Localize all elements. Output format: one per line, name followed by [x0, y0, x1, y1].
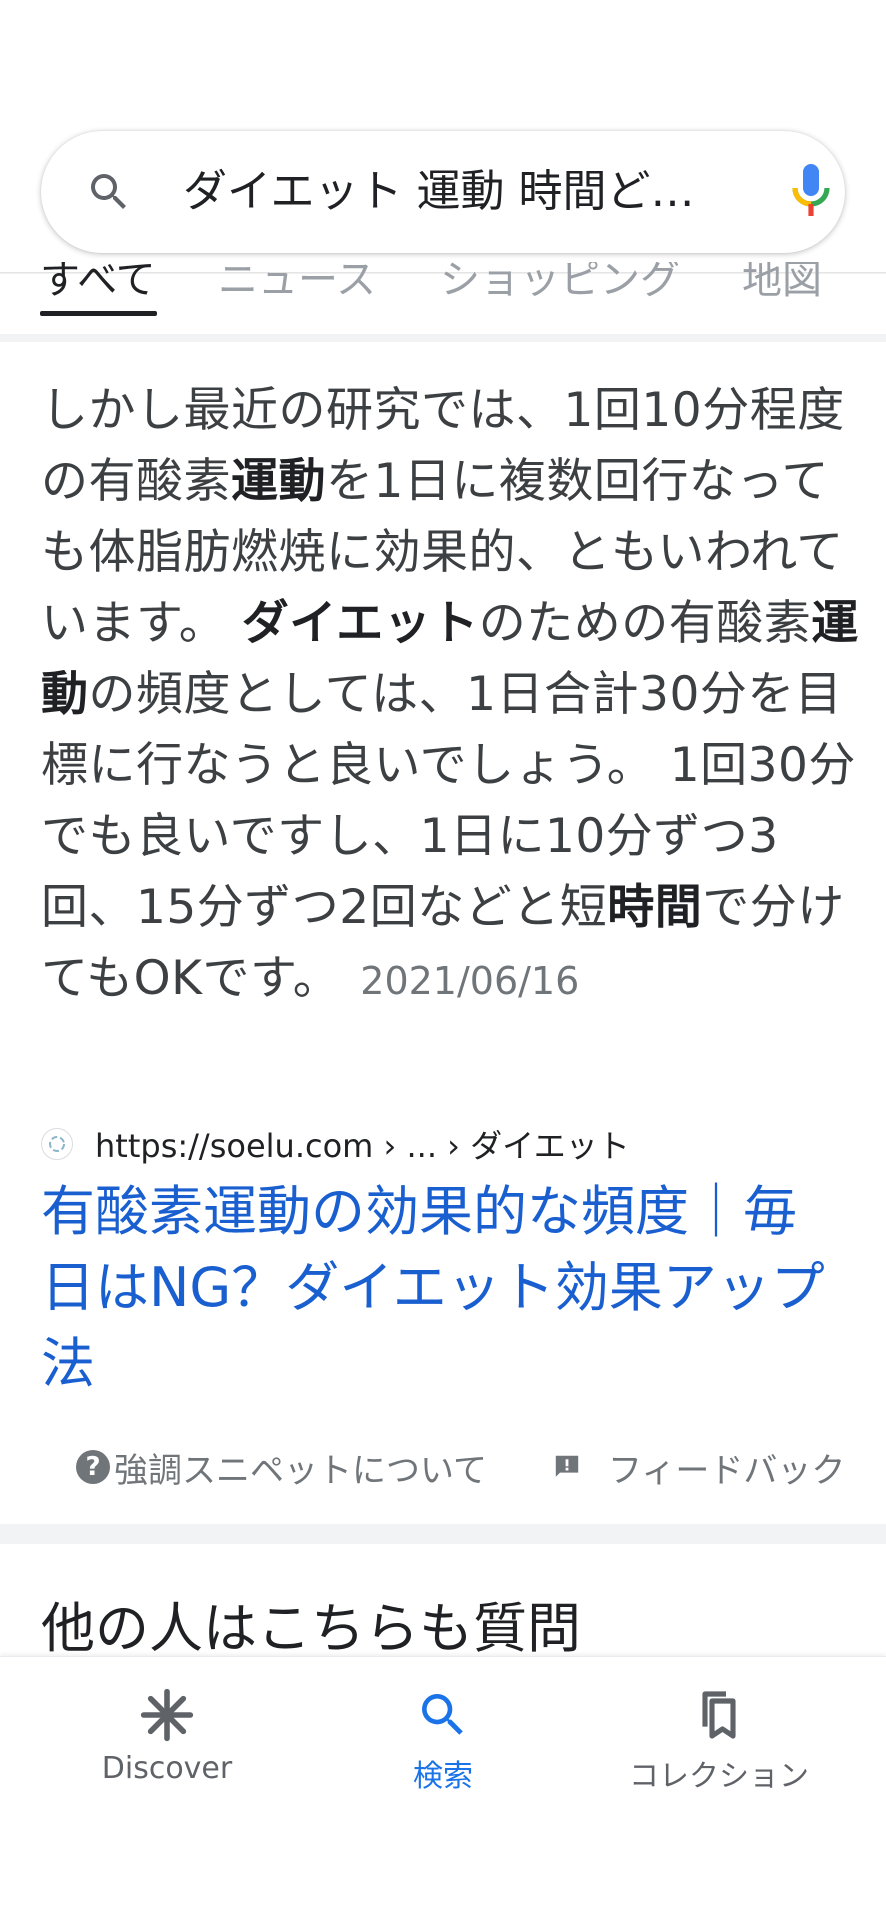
about-snippets-link[interactable]: ? 強調スニペットについて [76, 1442, 487, 1492]
result-title-link[interactable]: 有酸素運動の効果的な頻度｜毎日はNG？ダイエット効果アップ法 [41, 1174, 841, 1402]
section-divider [0, 1524, 886, 1544]
tab-shopping[interactable]: ショッピング [440, 262, 680, 302]
feedback-button[interactable]: フィードバック [552, 1442, 845, 1492]
bookmarks-icon [702, 1691, 736, 1739]
snippet-highlight: 時間 [607, 880, 703, 935]
asterisk-icon [140, 1688, 194, 1742]
search-query-input[interactable]: ダイエット 運動 時間ど… [183, 131, 739, 253]
tab-news[interactable]: ニュース [218, 262, 376, 302]
search-icon [422, 1694, 463, 1735]
people-also-ask-heading: 他の人はこちらも質問 [41, 1597, 581, 1660]
snippet-text: のための有酸素 [478, 596, 812, 651]
search-bar[interactable]: ダイエット 運動 時間ど… [41, 131, 845, 253]
nav-search-label: 検索 [413, 1759, 473, 1794]
result-source[interactable]: https://soelu.com › ... › ダイエット [41, 1120, 630, 1168]
site-favicon-icon [41, 1128, 73, 1160]
source-url[interactable]: https://soelu.com › ... › ダイエット [95, 1121, 630, 1167]
feedback-label: フィードバック [608, 1450, 846, 1491]
tab-all[interactable]: すべて [40, 262, 156, 302]
about-snippets-label: 強調スニペットについて [114, 1450, 487, 1491]
tab-maps[interactable]: 地図 [742, 262, 822, 302]
snippet-highlight: 運動 [231, 454, 326, 509]
active-tab-indicator [40, 311, 157, 316]
nav-discover-label: Discover [101, 1751, 233, 1786]
snippet-highlight: ダイエット [241, 596, 479, 651]
mic-icon[interactable] [791, 164, 831, 222]
help-icon: ? [76, 1450, 110, 1484]
featured-snippet-text: しかし最近の研究では、1回10分程度の有酸素運動を1日に複数回行なっても体脂肪燃… [41, 375, 861, 1017]
feedback-icon [555, 1455, 579, 1477]
snippet-date: 2021/06/16 [360, 959, 580, 1003]
search-icon[interactable] [85, 168, 133, 216]
nav-collections-label: コレクション [629, 1759, 809, 1794]
tabs-divider [0, 334, 886, 342]
bottom-navigation: Discover 検索 コレクション [0, 1656, 886, 1921]
